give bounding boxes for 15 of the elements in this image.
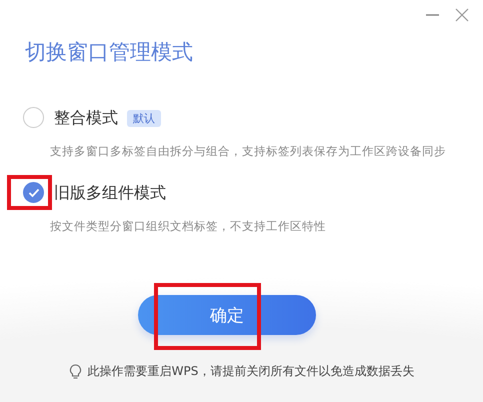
- confirm-button[interactable]: 确定: [138, 295, 316, 335]
- warning-tip: 此操作需要重启WPS，请提前关闭所有文件以免造成数据丢失: [88, 363, 414, 380]
- radio-button[interactable]: [23, 182, 44, 203]
- option-description: 按文件类型分窗口组织文档标签，不支持工作区特性: [50, 219, 327, 234]
- option-description: 支持多窗口多标签自由拆分与组合，支持标签列表保存为工作区跨设备同步: [50, 144, 447, 159]
- lightbulb-icon: [68, 364, 82, 379]
- minimize-icon: [426, 14, 439, 16]
- close-button[interactable]: [453, 6, 471, 24]
- dialog-title: 切换窗口管理模式: [25, 39, 194, 66]
- option-label: 整合模式: [54, 108, 118, 128]
- option-label: 旧版多组件模式: [54, 182, 166, 204]
- radio-button[interactable]: [23, 107, 44, 128]
- check-icon: [28, 188, 40, 198]
- close-icon: [455, 8, 469, 22]
- default-badge: 默认: [127, 110, 161, 126]
